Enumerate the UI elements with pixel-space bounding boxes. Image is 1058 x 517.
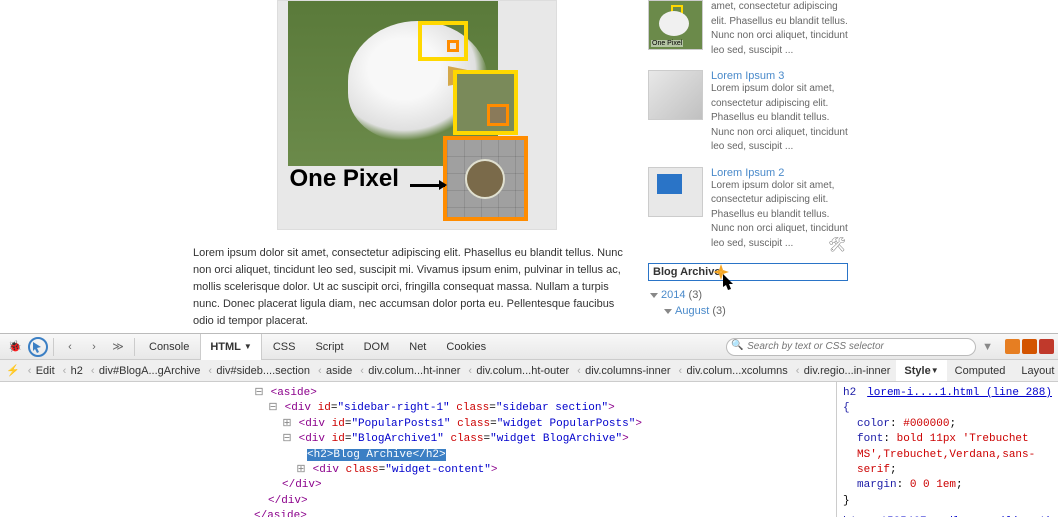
breadcrumb[interactable]: div.colum...ht-outer (466, 360, 575, 382)
breadcrumb[interactable]: h2 (61, 360, 89, 382)
breadcrumb[interactable]: div#sideb....section (206, 360, 316, 382)
styles-panel[interactable]: lorem-i....1.html (line 288) h2 { color:… (836, 382, 1058, 517)
breadcrumb[interactable]: div.colum...xcolumns (677, 360, 794, 382)
breadcrumb[interactable]: aside (316, 360, 358, 382)
breadcrumb[interactable]: div.regio...in-inner (794, 360, 897, 382)
tab-cookies[interactable]: Cookies (437, 334, 495, 360)
tab-css[interactable]: CSS (264, 334, 305, 360)
selected-node[interactable]: <h2>Blog Archive</h2> (307, 449, 446, 461)
search-dropdown-icon[interactable]: ▼ (982, 341, 993, 353)
tab-html[interactable]: HTML▼ (200, 334, 261, 360)
search-input[interactable] (726, 338, 976, 356)
break-icon[interactable]: ⚡ (0, 364, 26, 377)
post-excerpt: amet, consectetur adipiscing elit. Phase… (711, 0, 848, 58)
breadcrumb[interactable]: div.colum...ht-inner (358, 360, 466, 382)
back-button[interactable]: ‹ (59, 337, 81, 357)
edit-button[interactable]: Edit (26, 360, 61, 382)
zoom-box-3 (443, 136, 528, 221)
tab-net[interactable]: Net (400, 334, 435, 360)
blog-archive-heading: Blog Archive (648, 263, 848, 281)
main-image: One Pixel (277, 0, 557, 230)
devtools-panel: 🐞 ‹ › ≫ Console HTML▼ CSS Script DOM Net… (0, 333, 1058, 516)
archive-month[interactable]: August (3) (650, 303, 846, 319)
post-title-link[interactable]: Lorem Ipsum 3 (711, 70, 848, 82)
post-thumbnail (648, 167, 703, 217)
tab-dom[interactable]: DOM (355, 334, 399, 360)
tab-script[interactable]: Script (306, 334, 352, 360)
post-thumbnail (648, 70, 703, 120)
inspect-button[interactable] (28, 337, 48, 357)
breadcrumb[interactable]: div.columns-inner (575, 360, 676, 382)
post-title-link[interactable]: Lorem Ipsum 2 (711, 167, 848, 179)
styles-tab-layout[interactable]: Layout (1013, 360, 1058, 382)
wrench-icon[interactable]: 🛠 (828, 236, 846, 253)
html-tree[interactable]: ⊟ <aside> ⊟ <div id="sidebar-right-1" cl… (0, 382, 836, 517)
styles-tab-computed[interactable]: Computed (947, 360, 1014, 382)
post-thumbnail: One Pixel (648, 0, 703, 50)
zoom-box-1 (418, 21, 468, 61)
zoom-box-2 (453, 70, 518, 135)
archive-year[interactable]: 2014 (3) (650, 287, 846, 303)
popular-post-item[interactable]: Lorem Ipsum 2 Lorem ipsum dolor sit amet… (648, 167, 848, 252)
source-link[interactable]: lorem-i....1.html (line 288) (867, 386, 1052, 401)
firebug-icon[interactable]: 🐞 (4, 337, 26, 357)
popular-post-item[interactable]: Lorem Ipsum 3 Lorem ipsum dolor sit amet… (648, 70, 848, 155)
tab-console[interactable]: Console (140, 334, 198, 360)
image-label: One Pixel (290, 165, 399, 193)
body-paragraph: Lorem ipsum dolor sit amet, consectetur … (193, 245, 633, 330)
post-excerpt: Lorem ipsum dolor sit amet, consectetur … (711, 82, 848, 155)
minimize-button[interactable] (1005, 339, 1020, 354)
breadcrumb[interactable]: div#BlogA...gArchive (89, 360, 207, 382)
breadcrumb-bar: ⚡ Edit h2 div#BlogA...gArchive div#sideb… (0, 360, 1058, 382)
arrow-icon (410, 184, 445, 187)
forward-button[interactable]: › (83, 337, 105, 357)
popular-post-item[interactable]: One Pixel amet, consectetur adipiscing e… (648, 0, 848, 58)
command-button[interactable]: ≫ (107, 337, 129, 357)
devtools-toolbar: 🐞 ‹ › ≫ Console HTML▼ CSS Script DOM Net… (0, 334, 1058, 360)
archive-tree: 2014 (3) August (3) (648, 281, 848, 325)
popout-button[interactable] (1022, 339, 1037, 354)
close-button[interactable] (1039, 339, 1054, 354)
cursor-highlight-icon (711, 262, 741, 292)
styles-tab-style[interactable]: Style ▼ (896, 360, 946, 382)
